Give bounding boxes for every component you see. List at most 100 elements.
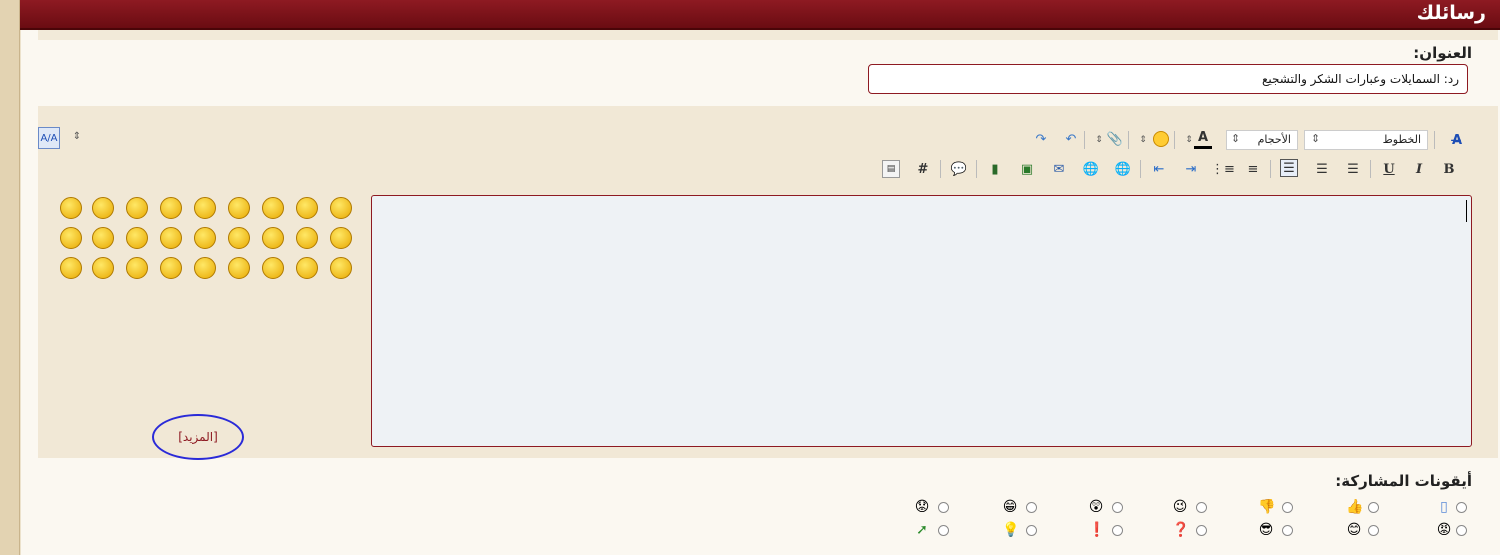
post-icon-radio[interactable]	[938, 502, 949, 513]
quote-icon[interactable]: 💬	[950, 160, 968, 178]
insert-link-icon[interactable]: 🌐	[1114, 160, 1132, 178]
wink-icon: 😉	[1172, 499, 1188, 515]
underline-button[interactable]: U	[1380, 160, 1398, 178]
smilie-item[interactable]	[228, 227, 250, 249]
insert-image-icon[interactable]: ▣	[1018, 160, 1036, 178]
indent-icon[interactable]: ⇥	[1182, 160, 1200, 178]
smilie-item[interactable]	[228, 197, 250, 219]
smilie-item[interactable]	[92, 257, 114, 279]
redo-icon[interactable]: ↷	[1032, 130, 1050, 148]
smilie-item[interactable]	[330, 257, 352, 279]
font-color-dropdown-icon[interactable]: ⇕	[1180, 131, 1198, 149]
post-icon-radio[interactable]	[1112, 525, 1123, 536]
select-arrow-icon: ⇕	[1311, 132, 1321, 145]
smilie-item[interactable]	[262, 257, 284, 279]
toolbar-separator	[1174, 131, 1175, 149]
thumbs-up-icon: 👍	[1346, 499, 1364, 515]
post-icons-label: أيقونات المشاركة:	[1335, 472, 1472, 490]
code-hash-icon[interactable]: #	[914, 160, 932, 178]
smilie-item[interactable]	[60, 227, 82, 249]
ordered-list-icon[interactable]: ≡	[1244, 160, 1262, 178]
toolbar-separator	[976, 160, 977, 178]
toolbar-separator	[1370, 160, 1371, 178]
font-size-select[interactable]: الأحجام ⇕	[1226, 130, 1298, 150]
grin-icon: 😁	[1002, 499, 1018, 515]
toolbar-separator	[1140, 160, 1141, 178]
arrow-icon: ➚	[916, 522, 928, 538]
attachment-icon[interactable]: 📎	[1106, 130, 1124, 148]
smilie-item[interactable]	[160, 227, 182, 249]
undo-icon[interactable]: ↶	[1062, 130, 1080, 148]
post-icon-radio[interactable]	[1196, 502, 1207, 513]
toolbar-separator	[1270, 160, 1271, 178]
post-icon-radio[interactable]	[938, 525, 949, 536]
thumbs-down-icon: 👎	[1258, 499, 1276, 515]
smilie-item[interactable]	[92, 197, 114, 219]
smilie-item[interactable]	[194, 227, 216, 249]
toggle-editor-mode-icon[interactable]: A/A	[38, 127, 60, 149]
cool-icon: 😎	[1258, 522, 1274, 538]
smilie-item[interactable]	[194, 197, 216, 219]
smilie-item[interactable]	[296, 227, 318, 249]
toolbar-separator	[1434, 131, 1435, 149]
post-icon-radio[interactable]	[1368, 525, 1379, 536]
smilie-item[interactable]	[160, 257, 182, 279]
subject-label: العنوان:	[1413, 44, 1472, 62]
title-bar: رسائلك	[20, 0, 1500, 30]
outdent-icon[interactable]: ⇤	[1150, 160, 1168, 178]
angry-icon: 😡	[1436, 522, 1452, 538]
resize-editor-icon[interactable]: ⇕	[68, 127, 86, 145]
insert-video-icon[interactable]: ▮	[986, 160, 1004, 178]
post-icon-radio[interactable]	[1196, 525, 1207, 536]
smilie-item[interactable]	[330, 227, 352, 249]
post-icon-radio[interactable]	[1456, 525, 1467, 536]
smilie-item[interactable]	[330, 197, 352, 219]
smilie-item[interactable]	[92, 227, 114, 249]
smilie-item[interactable]	[60, 197, 82, 219]
font-family-select[interactable]: الخطوط ⇕	[1304, 130, 1428, 150]
align-center-icon[interactable]: ☰	[1313, 160, 1331, 178]
more-smilies-link[interactable]: [المزيد]	[152, 414, 244, 460]
smilie-item[interactable]	[194, 257, 216, 279]
smilie-item[interactable]	[296, 197, 318, 219]
smilie-item[interactable]	[126, 257, 148, 279]
smilie-item[interactable]	[126, 227, 148, 249]
smilie-item[interactable]	[228, 257, 250, 279]
italic-button[interactable]: I	[1410, 160, 1428, 178]
select-arrow-icon: ⇕	[1231, 132, 1241, 145]
align-right-icon[interactable]: ☰	[1344, 160, 1362, 178]
insert-smilie-icon[interactable]	[1152, 130, 1170, 148]
smilie-item[interactable]	[160, 197, 182, 219]
message-textarea[interactable]	[371, 195, 1472, 447]
post-icon-radio[interactable]	[1026, 502, 1037, 513]
bold-button[interactable]: B	[1440, 160, 1458, 178]
post-icon-radio[interactable]	[1112, 502, 1123, 513]
smilie-item[interactable]	[60, 257, 82, 279]
attachment-dropdown-icon[interactable]: ⇕	[1090, 131, 1108, 149]
smilie-item[interactable]	[296, 257, 318, 279]
font-family-label: الخطوط	[1382, 133, 1421, 146]
smilie-item[interactable]	[262, 227, 284, 249]
php-code-icon[interactable]: ▤	[882, 160, 900, 178]
insert-email-icon[interactable]: ✉	[1050, 160, 1068, 178]
question-icon: ❓	[1172, 522, 1190, 538]
smile-icon: 😊	[1346, 522, 1362, 538]
remove-format-icon[interactable]: A̶	[1448, 131, 1466, 149]
panel-shade	[38, 30, 1498, 40]
unordered-list-icon[interactable]: ⋮≡	[1211, 160, 1235, 178]
font-size-label: الأحجام	[1257, 133, 1291, 146]
remove-link-icon[interactable]: 🌐	[1082, 160, 1100, 178]
smilie-item[interactable]	[262, 197, 284, 219]
subject-input[interactable]	[868, 64, 1468, 94]
lightbulb-icon: 💡	[1002, 522, 1020, 538]
smilie-dropdown-icon[interactable]: ⇕	[1134, 131, 1152, 149]
post-icon-radio[interactable]	[1368, 502, 1379, 513]
post-icon-radio[interactable]	[1282, 502, 1293, 513]
align-left-icon[interactable]: ☰	[1280, 159, 1298, 177]
left-edge-strip	[0, 0, 20, 555]
smilie-item[interactable]	[126, 197, 148, 219]
surprised-icon: 😲	[1088, 499, 1104, 515]
post-icon-radio[interactable]	[1282, 525, 1293, 536]
post-icon-radio[interactable]	[1026, 525, 1037, 536]
post-icon-radio[interactable]	[1456, 502, 1467, 513]
